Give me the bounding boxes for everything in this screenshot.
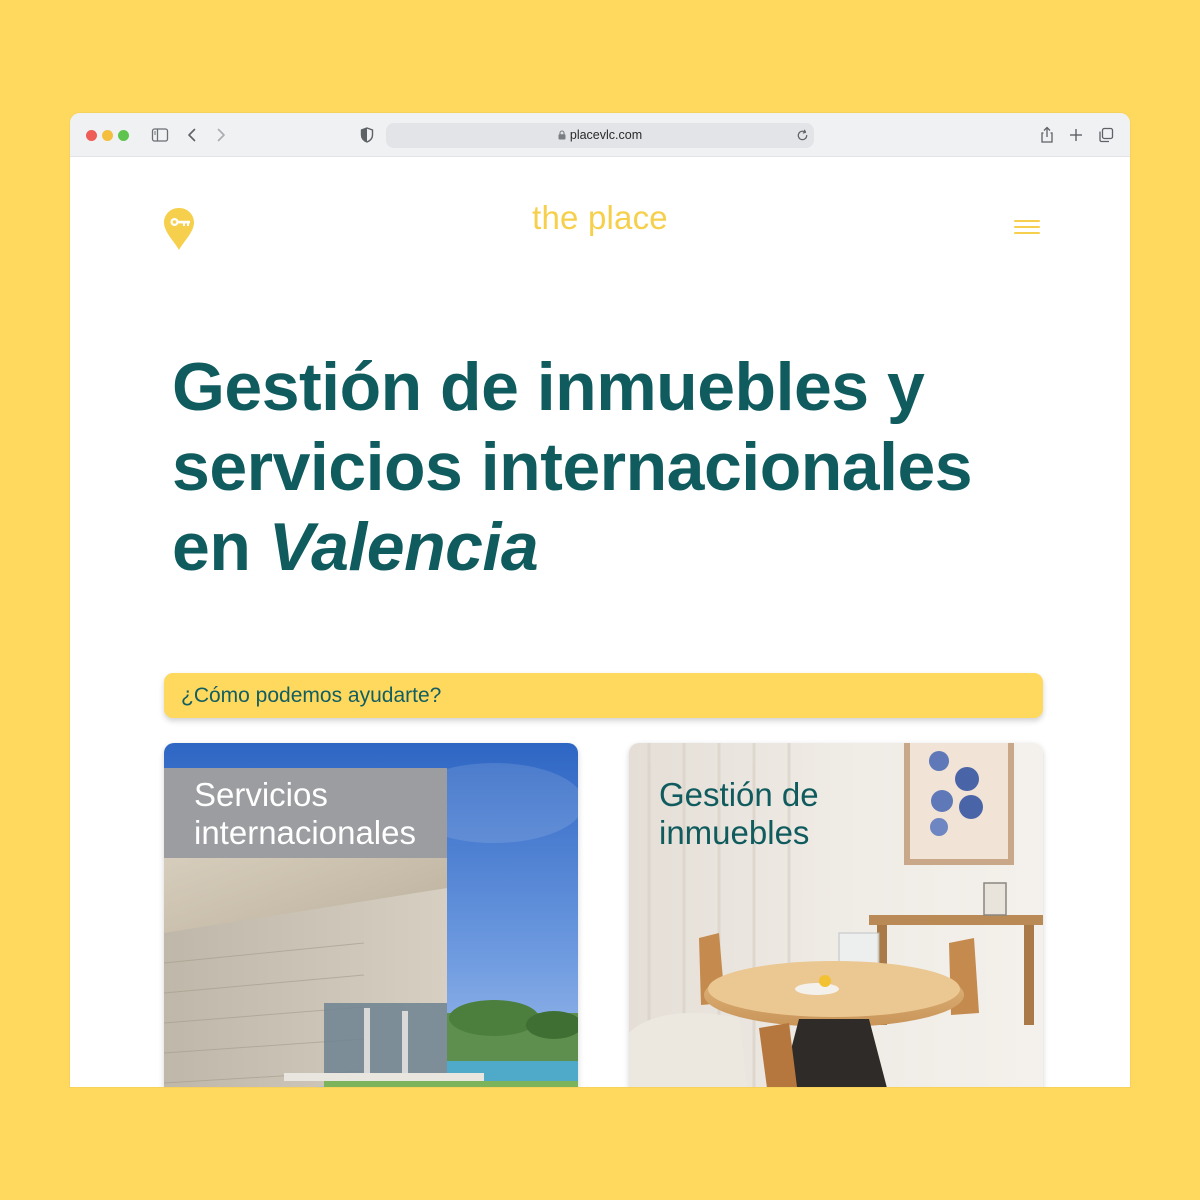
web-page: the place Gestión de inmuebles y servici… <box>70 157 1130 1087</box>
reload-icon[interactable] <box>795 128 810 143</box>
url-text: placevlc.com <box>569 128 643 142</box>
close-window-button[interactable] <box>86 130 97 141</box>
tab-overview-icon[interactable] <box>1096 125 1116 145</box>
hero-heading: Gestión de inmuebles y servicios interna… <box>172 347 1032 587</box>
browser-toolbar: placevlc.com <box>70 113 1130 157</box>
card-gestion-de-inmuebles[interactable]: Gestión de inmuebles <box>629 743 1043 1087</box>
browser-window: placevlc.com the place Gestión de inmueb… <box>70 113 1130 1087</box>
hero-line-1: Gestión de inmuebles y <box>172 349 925 425</box>
card-title: Servicios internacionales <box>194 776 416 851</box>
hamburger-menu-icon[interactable] <box>1014 218 1042 238</box>
lock-icon <box>558 130 566 140</box>
help-dropdown-label: ¿Cómo podemos ayudarte? <box>181 684 442 707</box>
back-arrow-icon[interactable] <box>182 125 202 145</box>
sidebar-toggle-icon[interactable] <box>150 125 170 145</box>
card-title: Gestión de inmuebles <box>659 776 819 851</box>
address-bar[interactable]: placevlc.com <box>386 123 814 148</box>
maximize-window-button[interactable] <box>118 130 129 141</box>
card-servicios-internacionales[interactable]: Servicios internacionales <box>164 743 578 1087</box>
hero-line-2: servicios internacionales <box>172 429 973 505</box>
share-icon[interactable] <box>1037 125 1057 145</box>
new-tab-icon[interactable] <box>1066 125 1086 145</box>
minimize-window-button[interactable] <box>102 130 113 141</box>
hero-line-3-prefix: en <box>172 509 269 585</box>
forward-arrow-icon[interactable] <box>211 125 231 145</box>
hero-accent-city: Valencia <box>268 509 539 585</box>
brand-name[interactable]: the place <box>450 199 750 237</box>
help-dropdown[interactable]: ¿Cómo podemos ayudarte? <box>164 673 1043 718</box>
privacy-shield-icon[interactable] <box>357 125 377 145</box>
location-pin-key-icon[interactable] <box>162 206 196 252</box>
